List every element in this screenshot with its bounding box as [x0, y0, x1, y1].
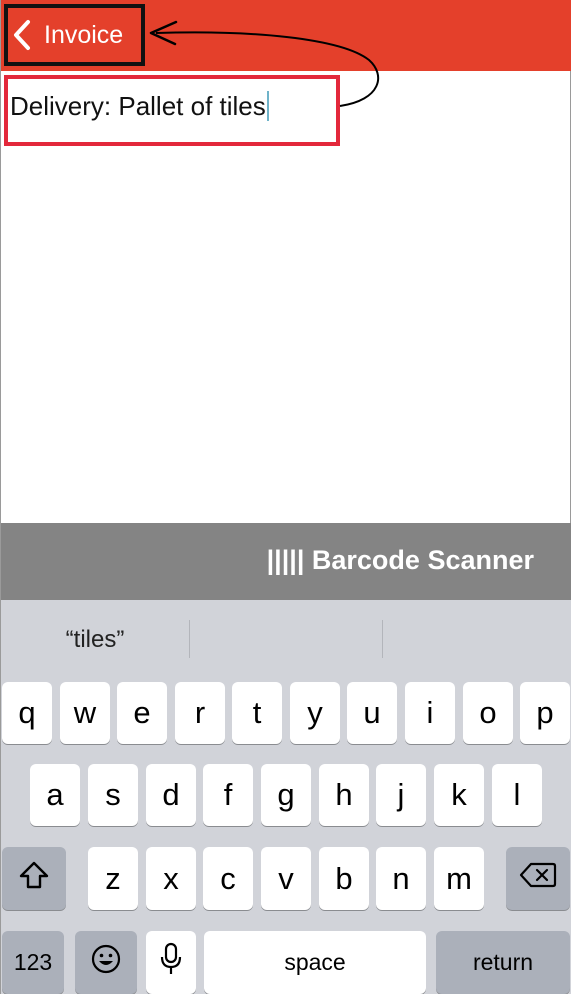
key-c[interactable]: c — [203, 847, 253, 910]
microphone-icon — [159, 942, 183, 984]
numbers-key[interactable]: 123 — [2, 931, 64, 994]
key-h[interactable]: h — [319, 764, 369, 826]
keyboard-accessory-bar: ||||| Barcode Scanner — [1, 523, 571, 600]
delete-key[interactable] — [506, 847, 570, 910]
key-g[interactable]: g — [261, 764, 311, 826]
key-m[interactable]: m — [434, 847, 484, 910]
emoji-key[interactable] — [75, 931, 137, 994]
key-s[interactable]: s — [88, 764, 138, 826]
key-j[interactable]: j — [376, 764, 426, 826]
key-k[interactable]: k — [434, 764, 484, 826]
space-key[interactable]: space — [204, 931, 426, 994]
return-key[interactable]: return — [436, 931, 570, 994]
description-field-value: Delivery: Pallet of tiles — [10, 91, 266, 121]
key-n[interactable]: n — [376, 847, 426, 910]
key-v[interactable]: v — [261, 847, 311, 910]
numbers-key-label: 123 — [13, 949, 53, 975]
description-field[interactable]: Delivery: Pallet of tiles — [4, 75, 340, 146]
suggestion-3[interactable] — [383, 620, 571, 660]
key-u[interactable]: u — [347, 682, 397, 744]
key-d[interactable]: d — [146, 764, 196, 826]
key-e[interactable]: e — [117, 682, 167, 744]
key-t[interactable]: t — [232, 682, 282, 744]
key-b[interactable]: b — [319, 847, 369, 910]
key-q[interactable]: q — [2, 682, 52, 744]
back-button-label: Invoice — [44, 20, 124, 49]
key-o[interactable]: o — [463, 682, 513, 744]
key-z[interactable]: z — [88, 847, 138, 910]
key-y[interactable]: y — [290, 682, 340, 744]
key-r[interactable]: r — [175, 682, 225, 744]
key-p[interactable]: p — [520, 682, 570, 744]
key-i[interactable]: i — [405, 682, 455, 744]
barcode-scanner-button[interactable]: ||||| Barcode Scanner — [267, 545, 534, 576]
screen: Invoice Delivery: Pallet of tiles ||||| … — [0, 0, 571, 994]
shift-key[interactable] — [2, 847, 66, 910]
text-cursor — [266, 91, 269, 121]
key-a[interactable]: a — [30, 764, 80, 826]
suggestion-1[interactable]: “tiles” — [1, 620, 189, 660]
delete-icon — [519, 861, 557, 897]
key-w[interactable]: w — [60, 682, 110, 744]
key-f[interactable]: f — [203, 764, 253, 826]
key-x[interactable]: x — [146, 847, 196, 910]
return-key-label: return — [472, 949, 534, 975]
dictation-key[interactable] — [146, 931, 196, 994]
nav-bar: Invoice — [1, 0, 571, 71]
on-screen-keyboard: “tiles” q w e r t y u i o p a s d f g h … — [1, 600, 571, 994]
suggestion-2[interactable] — [190, 620, 382, 660]
shift-icon — [18, 861, 50, 897]
emoji-icon — [90, 943, 122, 983]
back-button[interactable]: Invoice — [4, 4, 145, 66]
space-key-label: space — [284, 949, 346, 975]
chevron-left-icon — [12, 18, 40, 52]
suggestion-bar: “tiles” — [1, 600, 571, 678]
key-l[interactable]: l — [492, 764, 542, 826]
